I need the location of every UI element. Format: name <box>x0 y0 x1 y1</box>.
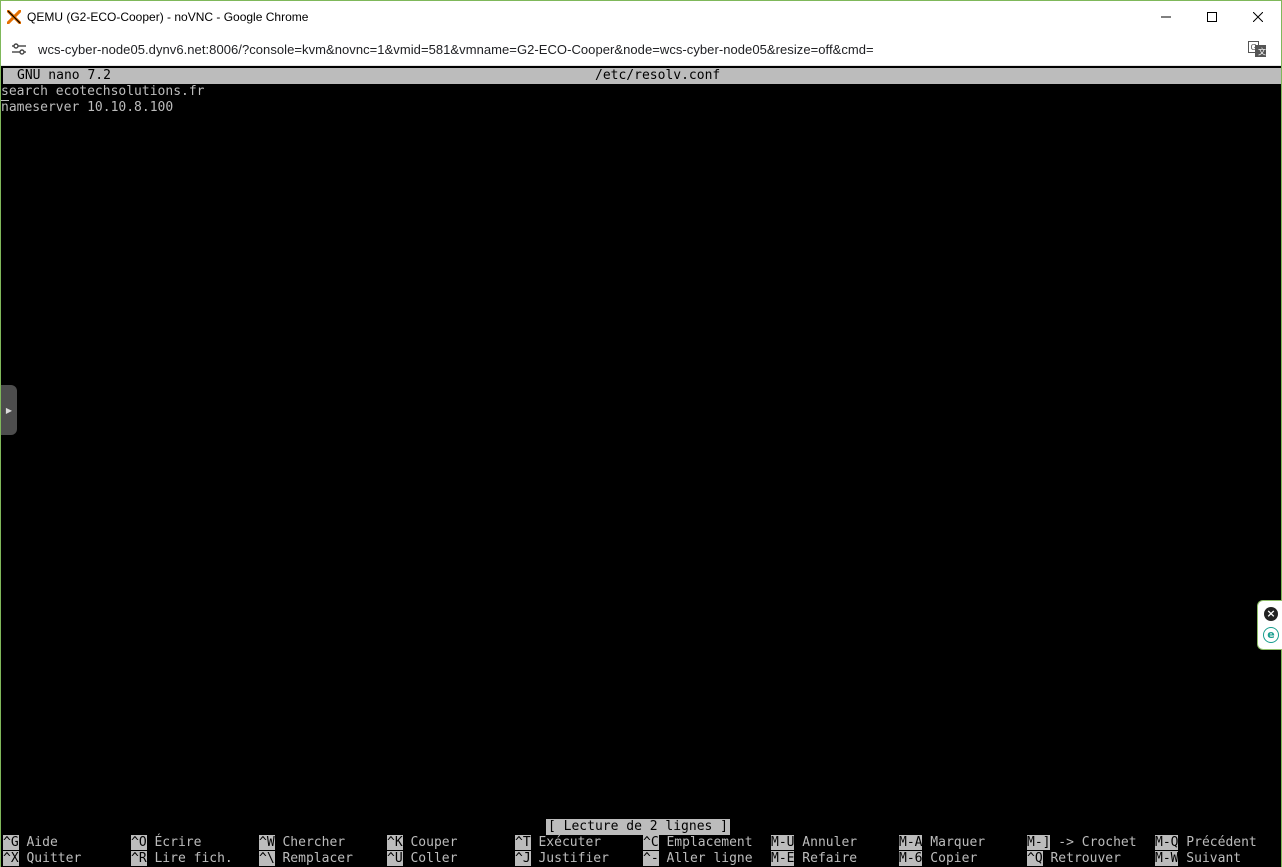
file-line[interactable]: search ecotechsolutions.fr <box>1 84 205 101</box>
shortcut-label: Quitter <box>18 851 82 866</box>
close-button[interactable] <box>1235 1 1281 33</box>
shortcut-key: M-W <box>1155 851 1179 866</box>
shortcut-label: Aide <box>18 835 58 850</box>
shortcut-label: Remplacer <box>274 851 353 866</box>
shortcut-item: ^C Emplacement <box>643 835 753 851</box>
shortcut-item: ^- Aller ligne <box>643 851 753 867</box>
shortcut-key: ^W <box>259 835 275 850</box>
shortcut-key: M-] <box>1027 835 1051 850</box>
shortcut-key: M-Q <box>1155 835 1179 850</box>
shortcut-item: ^\ Remplacer <box>259 851 353 867</box>
shortcut-key: ^T <box>515 835 531 850</box>
shortcut-item: ^T Exécuter <box>515 835 601 851</box>
shortcut-label: Emplacement <box>658 835 753 850</box>
shortcut-label: Aller ligne <box>658 851 753 866</box>
shortcut-label: Refaire <box>794 851 858 866</box>
shortcut-item: ^J Justifier <box>515 851 609 867</box>
shortcut-label: Retrouver <box>1042 851 1121 866</box>
status-message: [ Lecture de 2 lignes ] <box>546 819 731 835</box>
minimize-button[interactable] <box>1143 1 1189 33</box>
file-line-text: nameserver 10.10.8.100 <box>1 100 174 115</box>
shortcut-item: ^X Quitter <box>3 851 81 867</box>
expand-arrow-icon: ▶ <box>5 405 13 415</box>
shortcut-item: M-W Suivant <box>1155 851 1241 867</box>
shortcut-key: ^J <box>515 851 531 866</box>
nano-filename: /etc/resolv.conf <box>595 68 721 83</box>
shortcut-key: ^R <box>131 851 147 866</box>
shortcut-label: Couper <box>402 835 458 850</box>
shortcut-item: M-A Marquer <box>899 835 985 851</box>
file-line[interactable]: nameserver 10.10.8.100 <box>1 100 173 116</box>
shortcut-label: Exécuter <box>530 835 602 850</box>
svg-text:文: 文 <box>1258 47 1266 57</box>
shortcut-key: ^O <box>131 835 147 850</box>
maximize-button[interactable] <box>1189 1 1235 33</box>
shortcut-label: Écrire <box>146 835 202 850</box>
address-bar[interactable]: wcs-cyber-node05.dynv6.net:8006/?console… <box>1 33 1281 66</box>
shortcut-key: M-E <box>771 851 795 866</box>
site-settings-icon[interactable] <box>11 41 27 57</box>
shortcut-item: M-U Annuler <box>771 835 857 851</box>
shortcut-key: ^K <box>387 835 403 850</box>
novnc-control-bar-handle[interactable]: ▶ <box>1 385 17 435</box>
shortcut-item: ^K Couper <box>387 835 457 851</box>
title-bar[interactable]: QEMU (G2-ECO-Cooper) - noVNC - Google Ch… <box>1 1 1281 33</box>
file-line-text: earch ecotechsolutions.fr <box>8 84 205 99</box>
shortcut-item: M-Q Précédent <box>1155 835 1257 851</box>
shortcut-bar: ^G Aide ^O Écrire ^W Chercher ^K Couper … <box>1 835 1281 867</box>
shortcut-item: M-] -> Crochet <box>1027 835 1137 851</box>
shortcut-key: M-6 <box>899 851 923 866</box>
translate-icon[interactable]: G 文 <box>1248 41 1266 57</box>
shortcut-item: M-6 Copier <box>899 851 977 867</box>
shortcut-item: ^R Lire fich. <box>131 851 233 867</box>
shortcut-label: Lire fich. <box>146 851 233 866</box>
shortcut-label: -> Crochet <box>1050 835 1137 850</box>
shortcut-label: Justifier <box>530 851 609 866</box>
shortcut-label: Marquer <box>922 835 986 850</box>
nano-version: GNU nano 7.2 <box>17 68 111 83</box>
shortcut-key: ^C <box>643 835 659 850</box>
url-text[interactable]: wcs-cyber-node05.dynv6.net:8006/?console… <box>38 42 874 57</box>
extension-widget[interactable]: × e <box>1257 600 1282 650</box>
shortcut-item: ^G Aide <box>3 835 58 851</box>
shortcut-item: ^O Écrire <box>131 835 201 851</box>
shortcut-item: ^U Coller <box>387 851 457 867</box>
nano-title-bar: GNU nano 7.2 /etc/resolv.conf <box>3 68 1281 84</box>
shortcut-label: Coller <box>402 851 458 866</box>
window-title: QEMU (G2-ECO-Cooper) - noVNC - Google Ch… <box>27 10 309 24</box>
shortcut-key: M-U <box>771 835 795 850</box>
text-cursor: s <box>1 84 9 101</box>
shortcut-label: Chercher <box>274 835 346 850</box>
proxmox-x-icon <box>7 10 21 24</box>
shortcut-key: M-A <box>899 835 923 850</box>
vnc-console[interactable]: GNU nano 7.2 /etc/resolv.conf search eco… <box>1 66 1281 867</box>
shortcut-key: ^\ <box>259 851 275 866</box>
shortcut-key: ^G <box>3 835 19 850</box>
close-circle-icon[interactable]: × <box>1264 607 1278 621</box>
shortcut-label: Copier <box>922 851 978 866</box>
shortcut-label: Annuler <box>794 835 858 850</box>
shortcut-key: ^- <box>643 851 659 866</box>
browser-window: QEMU (G2-ECO-Cooper) - noVNC - Google Ch… <box>0 0 1282 867</box>
shortcut-key: ^Q <box>1027 851 1043 866</box>
shortcut-item: ^Q Retrouver <box>1027 851 1121 867</box>
shortcut-label: Suivant <box>1178 851 1242 866</box>
shortcut-key: ^U <box>387 851 403 866</box>
shortcut-label: Précédent <box>1178 835 1257 850</box>
shortcut-key: ^X <box>3 851 19 866</box>
shortcut-item: M-E Refaire <box>771 851 857 867</box>
svg-text:G: G <box>1251 43 1257 52</box>
e-logo-icon[interactable]: e <box>1263 627 1279 643</box>
shortcut-item: ^W Chercher <box>259 835 345 851</box>
